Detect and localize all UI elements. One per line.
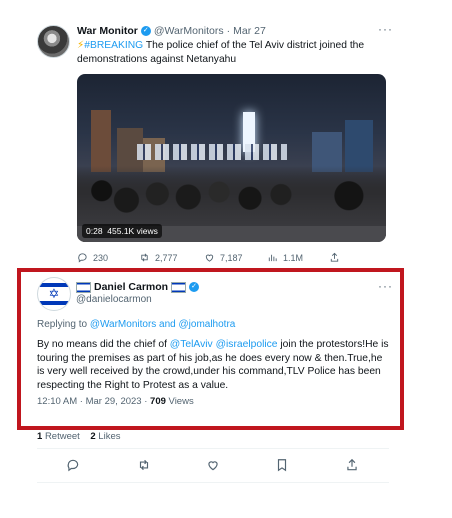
engagement-stats: 1 Retweet 2 Likes xyxy=(37,431,120,442)
reply-icon xyxy=(78,253,87,263)
tweet2-text: By no means did the chief of @TelAviv @i… xyxy=(37,338,389,392)
verified-badge-icon: ✓ xyxy=(189,282,200,292)
reply-icon xyxy=(67,459,79,472)
israel-flag-icon xyxy=(171,281,187,293)
tweet1-header: War Monitor ✓ @WarMonitors · Mar 27 xyxy=(77,25,266,37)
share-button[interactable] xyxy=(329,252,340,263)
retweet-count: 2,777 xyxy=(155,252,178,263)
hashtag-link[interactable]: #BREAKING xyxy=(84,40,143,51)
bookmark-button[interactable] xyxy=(275,458,289,472)
like-button[interactable]: 7,187 xyxy=(204,252,243,263)
flag-stripe xyxy=(38,301,70,305)
tweet2-header: Daniel Carmon ✓ xyxy=(76,281,200,293)
tweet-date[interactable]: Mar 27 xyxy=(233,25,266,37)
tweet2-action-bar xyxy=(37,458,389,474)
crowd xyxy=(77,166,386,228)
more-options-icon[interactable]: ··· xyxy=(378,279,393,293)
avatar-daniel-carmon[interactable]: ✡ xyxy=(37,277,71,311)
video-views: 455.1K views xyxy=(107,226,158,236)
tweet1-text: ⚡#BREAKING The police chief of the Tel A… xyxy=(77,39,377,66)
replying-to: Replying to @WarMonitors and @jomalhotra xyxy=(37,319,235,330)
retweet-button[interactable]: 2,777 xyxy=(139,252,178,263)
like-count: 7,187 xyxy=(220,252,243,263)
views-label: Views xyxy=(168,396,194,407)
likes-label: Likes xyxy=(98,431,121,442)
views-chart-icon xyxy=(268,254,277,262)
more-options-icon[interactable]: ··· xyxy=(378,22,393,36)
likes-stat[interactable]: 2 Likes xyxy=(90,431,120,442)
retweets-label: Retweet xyxy=(44,431,80,442)
share-icon xyxy=(330,252,339,262)
likes-count: 2 xyxy=(90,431,96,442)
bookmark-icon xyxy=(277,459,287,472)
views-count: 709 xyxy=(150,396,166,407)
author-handle[interactable]: @danielocarmon xyxy=(76,294,152,305)
building-shape xyxy=(91,110,111,172)
avatar-war-monitor[interactable] xyxy=(37,25,70,58)
share-button[interactable] xyxy=(345,458,359,472)
retweet-icon xyxy=(141,253,148,262)
tweet2-meta: 12:10 AM · Mar 29, 2023 · 709 Views xyxy=(37,396,194,407)
replying-prefix: Replying to xyxy=(37,319,90,330)
video-thumbnail[interactable] xyxy=(77,74,386,242)
author-name[interactable]: War Monitor xyxy=(77,25,138,37)
retweets-stat[interactable]: 1 Retweet xyxy=(37,431,80,442)
heart-icon xyxy=(208,461,218,471)
flags-row xyxy=(137,144,287,160)
retweet-button[interactable] xyxy=(137,458,151,472)
views-count: 1.1M xyxy=(283,252,304,263)
video-duration: 0:28 xyxy=(86,226,103,236)
separator-dot: · xyxy=(144,396,148,407)
author-name[interactable]: Daniel Carmon xyxy=(94,281,168,293)
retweets-count: 1 xyxy=(37,431,43,442)
israel-flag-icon xyxy=(76,281,91,293)
share-icon xyxy=(347,458,357,471)
retweet-icon xyxy=(139,459,149,471)
like-button[interactable] xyxy=(206,458,220,472)
reply-button[interactable]: 230 xyxy=(77,252,108,263)
author-handle[interactable]: @WarMonitors xyxy=(154,25,224,37)
text-part: By no means did the chief of xyxy=(37,339,170,350)
views-button[interactable]: 1.1M xyxy=(267,252,303,263)
separator-dot: · xyxy=(226,25,231,37)
mention-israelpolice[interactable]: @israelpolice xyxy=(216,339,278,350)
star-of-david-icon: ✡ xyxy=(48,286,60,301)
mention-telaviv[interactable]: @TelAviv xyxy=(170,339,213,350)
video-stats-badge: 0:28 455.1K views xyxy=(82,224,162,238)
heart-icon xyxy=(205,254,214,262)
tweet-time[interactable]: 12:10 AM xyxy=(37,396,77,407)
divider xyxy=(37,482,389,483)
separator-dot: · xyxy=(79,396,83,407)
replying-to-users[interactable]: @WarMonitors and @jomalhotra xyxy=(90,319,236,330)
reply-count: 230 xyxy=(93,252,109,263)
divider xyxy=(37,448,389,449)
reply-button[interactable] xyxy=(66,458,80,472)
tweet-date[interactable]: Mar 29, 2023 xyxy=(86,396,142,407)
verified-badge-icon: ✓ xyxy=(140,26,151,36)
building-shape xyxy=(345,120,373,172)
tweet1-action-bar: 230 2,777 7,187 1.1M xyxy=(77,252,377,266)
